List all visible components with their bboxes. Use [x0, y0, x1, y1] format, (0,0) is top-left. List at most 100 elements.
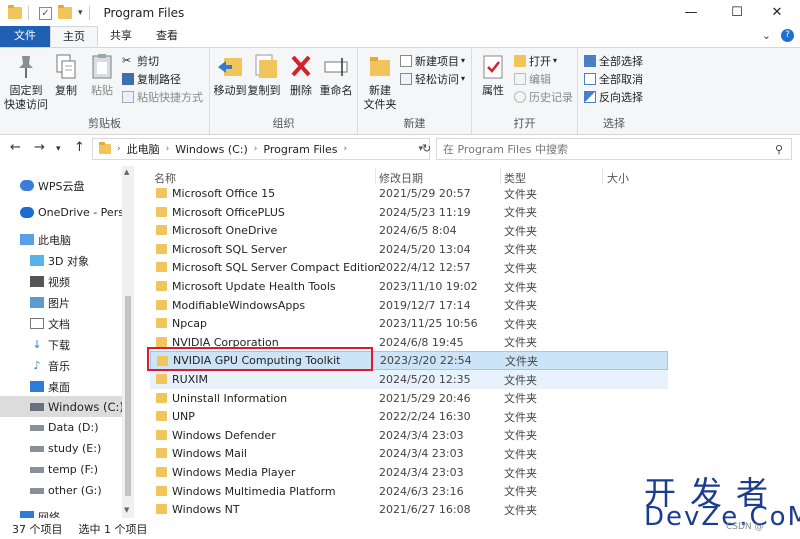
file-type: 文件夹 — [504, 299, 537, 313]
copy-path-label: 复制路径 — [137, 72, 181, 86]
close-button[interactable]: ✕ — [754, 0, 800, 26]
file-modified: 2022/4/12 12:57 — [379, 261, 471, 275]
nav-pane-scrollbar[interactable]: ▲ ▼ — [122, 166, 134, 518]
nav-item-this-pc[interactable]: 此电脑 — [0, 229, 122, 250]
new-folder-button[interactable]: 新建 文件夹 — [362, 52, 398, 112]
rename-button[interactable]: 重命名 — [318, 52, 354, 98]
help-icon[interactable]: ? — [781, 29, 794, 42]
dropdown-arrow-icon: ▾ — [461, 56, 466, 65]
new-item-button[interactable]: 新建项目 ▾ — [400, 52, 465, 69]
tab-share[interactable]: 共享 — [98, 26, 144, 47]
select-all-button[interactable]: 全部选择 — [584, 52, 643, 69]
ribbon: 固定到 快速访问 复制 粘贴 ✂ 剪切 复制路径 粘贴快捷方式 剪贴板 移动到 … — [0, 47, 800, 135]
item-count: 37 个项目 — [12, 522, 63, 536]
table-row[interactable]: Windows Defender 2024/3/4 23:03 文件夹 — [150, 426, 668, 445]
paste-shortcut-button[interactable]: 粘贴快捷方式 — [122, 88, 203, 105]
breadcrumb-program-files[interactable]: Program Files — [263, 143, 337, 156]
select-none-button[interactable]: 全部取消 — [584, 70, 643, 87]
table-row[interactable]: RUXIM 2024/5/20 12:35 文件夹 — [150, 370, 668, 389]
table-row[interactable]: Microsoft Update Health Tools 2023/11/10 … — [150, 277, 668, 296]
search-input[interactable]: 在 Program Files 中搜索 ⚲ — [436, 138, 792, 160]
breadcrumb-windows-c[interactable]: Windows (C:) — [175, 143, 248, 156]
nav-item-network[interactable]: 网络 — [0, 506, 122, 518]
copy-to-button[interactable]: 复制到 — [246, 52, 282, 98]
rename-icon — [322, 52, 350, 82]
window-title: Program Files — [103, 6, 185, 20]
new-folder-label-1: 新建 — [369, 84, 391, 97]
table-row[interactable]: Microsoft Office 15 2021/5/29 20:57 文件夹 — [150, 184, 668, 203]
collapse-ribbon-icon[interactable]: ⌄ — [762, 29, 771, 42]
folder-icon — [156, 485, 167, 496]
tab-home[interactable]: 主页 — [50, 26, 98, 47]
nav-item-temp-f[interactable]: temp (F:) — [0, 459, 122, 480]
nav-item-study-e[interactable]: study (E:) — [0, 438, 122, 459]
delete-button[interactable]: 删除 — [286, 52, 316, 98]
copy-path-button[interactable]: 复制路径 — [122, 70, 181, 87]
chevron-right-icon: › — [165, 144, 170, 154]
nav-item-onedrive[interactable]: OneDrive - Perso — [0, 202, 131, 223]
tab-view[interactable]: 查看 — [144, 26, 190, 47]
table-row[interactable]: Windows Media Player 2024/3/4 23:03 文件夹 — [150, 463, 668, 482]
back-arrow-icon[interactable]: ← — [10, 140, 21, 155]
edit-button[interactable]: 编辑 — [514, 70, 551, 87]
customize-quick-access-icon[interactable]: ▾ — [78, 8, 83, 18]
nav-item-label: 视频 — [48, 275, 70, 289]
copy-button[interactable]: 复制 — [50, 52, 82, 98]
invert-selection-button[interactable]: 反向选择 — [584, 88, 643, 105]
paste-button[interactable]: 粘贴 — [86, 52, 118, 98]
easy-access-button[interactable]: 轻松访问 ▾ — [400, 70, 465, 87]
table-row[interactable]: UNP 2022/2/24 16:30 文件夹 — [150, 407, 668, 426]
history-button[interactable]: 历史记录 — [514, 88, 573, 105]
nav-item-3d-objects[interactable]: 3D 对象 — [0, 250, 122, 271]
nav-item-windows-c[interactable]: Windows (C:) — [0, 396, 124, 417]
scroll-up-icon[interactable]: ▲ — [124, 168, 129, 176]
computer-icon — [20, 234, 34, 245]
select-group: 全部选择 全部取消 反向选择 选择 — [578, 48, 650, 134]
file-type: 文件夹 — [504, 373, 537, 387]
properties-label: 属性 — [482, 84, 504, 97]
table-row[interactable]: Npcap 2023/11/25 10:56 文件夹 — [150, 314, 668, 333]
table-row[interactable]: Windows Mail 2024/3/4 23:03 文件夹 — [150, 444, 668, 463]
table-row[interactable]: Uninstall Information 2021/5/29 20:46 文件夹 — [150, 389, 668, 408]
refresh-icon[interactable]: ↻ — [422, 142, 431, 155]
forward-arrow-icon[interactable]: → — [34, 140, 45, 155]
recent-locations-icon[interactable]: ▾ — [56, 144, 61, 154]
scrollbar-thumb[interactable] — [125, 296, 131, 496]
nav-item-data-d[interactable]: Data (D:) — [0, 417, 122, 438]
up-arrow-icon[interactable]: ↑ — [74, 140, 85, 155]
address-bar[interactable]: › 此电脑 › Windows (C:) › Program Files › ▾ — [92, 138, 430, 160]
nav-item-desktop[interactable]: 桌面 — [0, 376, 122, 397]
breadcrumb-this-pc[interactable]: 此电脑 — [127, 141, 160, 157]
table-row[interactable]: Microsoft OneDrive 2024/6/5 8:04 文件夹 — [150, 221, 668, 240]
pin-quick-access-button[interactable]: 固定到 快速访问 — [4, 52, 48, 112]
tab-file[interactable]: 文件 — [0, 26, 50, 47]
move-to-button[interactable]: 移动到 — [212, 52, 248, 98]
nav-item-downloads[interactable]: ↓ 下载 — [0, 334, 122, 355]
open-icon — [514, 54, 526, 67]
move-to-icon — [216, 52, 244, 82]
scissors-icon: ✂ — [122, 53, 132, 67]
nav-item-pictures[interactable]: 图片 — [0, 292, 122, 313]
desktop-icon — [30, 381, 44, 392]
minimize-button[interactable]: — — [668, 0, 714, 26]
table-row[interactable]: Microsoft SQL Server 2024/5/20 13:04 文件夹 — [150, 240, 668, 259]
nav-item-videos[interactable]: 视频 — [0, 271, 122, 292]
open-button[interactable]: 打开 ▾ — [514, 52, 557, 69]
nav-item-wps[interactable]: WPS云盘 — [0, 175, 122, 196]
properties-quick-icon[interactable]: ✓ — [39, 6, 52, 20]
table-row[interactable]: Windows Multimedia Platform 2024/6/3 23:1… — [150, 482, 668, 501]
nav-item-music[interactable]: ♪ 音乐 — [0, 355, 122, 376]
nav-item-documents[interactable]: 文档 — [0, 313, 122, 334]
table-row[interactable]: Microsoft SQL Server Compact Edition 2022… — [150, 258, 668, 277]
folder-icon — [156, 281, 167, 291]
table-row[interactable]: Windows NT 2021/6/27 16:08 文件夹 — [150, 500, 668, 518]
properties-button[interactable]: 属性 — [476, 52, 510, 98]
nav-item-other-g[interactable]: other (G:) — [0, 480, 122, 501]
new-folder-quick-icon[interactable] — [58, 5, 72, 19]
cut-button[interactable]: ✂ 剪切 — [122, 52, 159, 69]
table-row[interactable]: Microsoft OfficePLUS 2024/5/23 11:19 文件夹 — [150, 203, 668, 222]
nav-item-label: 网络 — [38, 510, 60, 519]
file-type: 文件夹 — [504, 187, 537, 201]
table-row[interactable]: ModifiableWindowsApps 2019/12/7 17:14 文件夹 — [150, 296, 668, 315]
scroll-down-icon[interactable]: ▼ — [124, 506, 129, 514]
